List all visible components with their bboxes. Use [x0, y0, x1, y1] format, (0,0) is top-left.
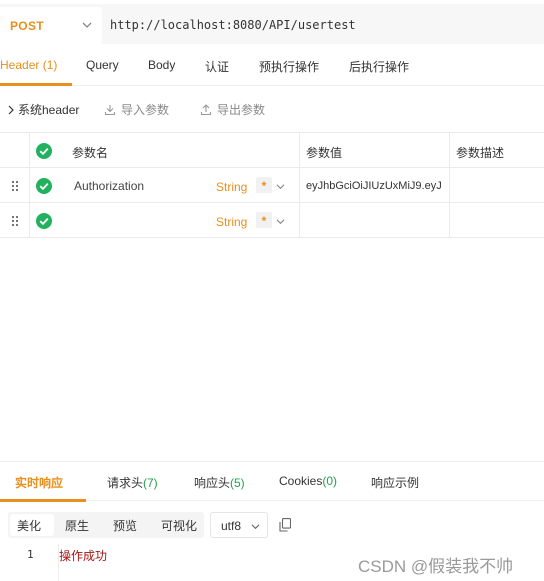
- tab-response-headers-label: 响应头: [194, 476, 231, 490]
- export-label: 导出参数: [217, 103, 266, 117]
- table-row: Authorization String * eyJhbGciOiJIUzUxM…: [0, 168, 544, 203]
- tab-request-headers[interactable]: 请求头(7): [107, 474, 158, 491]
- response-toolbar: 美化 原生 预览 可视化 utf8: [0, 508, 544, 540]
- view-preview-button[interactable]: 预览: [113, 517, 137, 534]
- tab-response-examples[interactable]: 响应示例: [371, 474, 419, 491]
- response-tabs: 实时响应 请求头(7) 响应头(5) Cookies(0) 响应示例: [0, 461, 544, 502]
- line-number: 1: [27, 548, 34, 561]
- chevron-down-icon: [251, 524, 260, 530]
- encoding-select[interactable]: utf8: [210, 512, 268, 538]
- table-row: String *: [0, 203, 544, 238]
- tab-live-response-label: 实时响应: [15, 476, 64, 490]
- tab-live-response[interactable]: 实时响应: [15, 474, 63, 491]
- tab-response-examples-label: 响应示例: [371, 476, 420, 490]
- tab-cookies[interactable]: Cookies(0): [279, 474, 337, 488]
- view-mode-switch: 美化 原生 预览 可视化: [8, 512, 204, 538]
- system-header-toggle[interactable]: 系统header: [6, 101, 79, 118]
- tab-body[interactable]: Body: [148, 58, 175, 72]
- param-name-input[interactable]: Authorization: [74, 179, 144, 193]
- column-header-name: 参数名: [72, 146, 109, 160]
- drag-handle-icon[interactable]: [10, 214, 20, 228]
- tab-auth[interactable]: 认证: [205, 58, 229, 75]
- export-params-button[interactable]: 导出参数: [200, 101, 265, 118]
- view-visualize-button[interactable]: 可视化: [161, 517, 197, 534]
- export-icon: [200, 103, 212, 115]
- tab-post-script[interactable]: 后执行操作: [349, 58, 409, 75]
- watermark: CSDN @假装我不帅: [358, 557, 514, 576]
- import-params-button[interactable]: 导入参数: [104, 101, 169, 118]
- tab-pre-script[interactable]: 预执行操作: [259, 58, 319, 75]
- method-select[interactable]: POST: [0, 7, 102, 45]
- drag-handle-icon[interactable]: [10, 179, 20, 193]
- request-tabs: Header (1) Query Body 认证 预执行操作 后执行操作: [0, 48, 544, 86]
- row-enabled-checkbox[interactable]: [36, 178, 52, 194]
- view-pretty-button[interactable]: 美化: [17, 517, 41, 534]
- chevron-down-icon[interactable]: [276, 217, 285, 226]
- import-label: 导入参数: [121, 103, 170, 117]
- view-raw-button[interactable]: 原生: [65, 517, 89, 534]
- response-line: 操作成功: [59, 549, 108, 563]
- table-header-row: 参数名 参数值 参数描述: [0, 133, 544, 168]
- url-bar: POST http://localhost:8080/API/usertest: [0, 4, 544, 45]
- required-toggle[interactable]: *: [256, 177, 272, 193]
- select-all-checkbox[interactable]: [36, 143, 52, 159]
- cookies-count: (0): [322, 474, 338, 488]
- response-headers-count: (5): [230, 476, 245, 490]
- request-headers-count: (7): [143, 476, 158, 490]
- chevron-right-icon: [8, 105, 14, 114]
- encoding-label: utf8: [221, 519, 242, 533]
- import-icon: [104, 104, 116, 115]
- required-toggle[interactable]: *: [256, 212, 272, 228]
- param-type-select[interactable]: String: [216, 215, 247, 229]
- method-label: POST: [10, 19, 44, 33]
- tab-response-headers[interactable]: 响应头(5): [194, 474, 245, 491]
- row-enabled-checkbox[interactable]: [36, 213, 52, 229]
- active-tab-indicator: [0, 499, 86, 502]
- header-toolbar: 系统header 导入参数 导出参数: [0, 96, 544, 122]
- url-input[interactable]: http://localhost:8080/API/usertest: [110, 18, 356, 32]
- tab-query[interactable]: Query: [86, 58, 119, 72]
- chevron-down-icon[interactable]: [276, 182, 285, 191]
- column-header-value: 参数值: [306, 146, 343, 160]
- column-header-description: 参数描述: [456, 146, 505, 160]
- copy-icon[interactable]: [279, 518, 291, 532]
- tab-request-headers-label: 请求头: [107, 476, 144, 490]
- header-params-table: 参数名 参数值 参数描述 Authorization String * eyJh…: [0, 132, 544, 238]
- active-tab-indicator: [0, 83, 72, 86]
- system-header-label: 系统header: [18, 103, 80, 117]
- param-type-select[interactable]: String: [216, 180, 247, 194]
- tab-cookies-label: Cookies: [279, 474, 323, 488]
- tab-header[interactable]: Header (1): [0, 58, 57, 72]
- chevron-down-icon: [82, 22, 92, 28]
- param-value-input[interactable]: eyJhbGciOiJIUzUxMiJ9.eyJ: [306, 180, 446, 192]
